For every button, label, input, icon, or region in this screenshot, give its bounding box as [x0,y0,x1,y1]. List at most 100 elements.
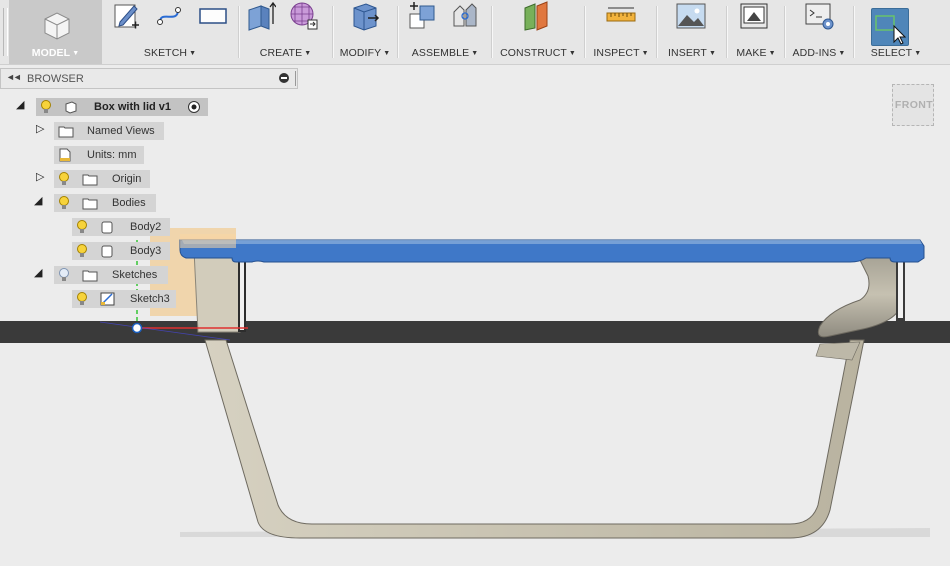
document-settings-icon [59,148,71,162]
create-caret-icon: ▼ [304,50,312,57]
grid-plane-band [0,321,950,343]
assemble-caret-icon: ▼ [471,50,479,57]
tree-label: Sketches [112,269,158,281]
visibility-bulb-icon[interactable] [40,100,52,114]
visibility-bulb-icon[interactable] [58,196,70,210]
sketch-rectangle-icon[interactable] [198,0,228,32]
tree-label: Units: mm [87,149,137,161]
assemble-menu-label: ASSEMBLE [411,47,470,59]
3d-print-icon[interactable] [739,0,769,32]
select-group[interactable]: SELECT ▼ [868,0,924,64]
tree-label: Body3 [130,245,162,257]
collapsed-triangle-icon[interactable]: ▷ [36,170,48,184]
tree-row-body3[interactable]: Body3 [0,242,300,260]
toolbar-grip[interactable] [3,8,8,56]
collapsed-triangle-icon[interactable]: ▷ [36,122,48,136]
press-pull-icon[interactable] [350,0,380,32]
component-icon [65,101,77,114]
workspace-switcher[interactable]: MODEL ▼ [9,0,102,64]
construct-group[interactable]: CONSTRUCT ▼ [494,0,582,64]
construct-menu-label: CONSTRUCT [500,47,567,59]
visibility-bulb-icon[interactable] [58,172,70,186]
folder-icon [82,270,98,282]
modify-group[interactable]: MODIFY ▼ [334,0,396,64]
expanded-triangle-icon[interactable]: ◢ [34,266,46,280]
folder-icon [82,198,98,210]
inspect-group[interactable]: INSPECT ▼ [588,0,654,64]
activate-radio-icon[interactable] [187,100,201,114]
model-workspace-icon [44,12,70,40]
ground-shadow [180,528,930,537]
construct-caret-icon: ▼ [568,50,576,57]
tree-label: Body2 [130,221,162,233]
insert-group[interactable]: INSERT ▼ [660,0,724,64]
measure-icon[interactable] [606,0,636,32]
browser-pin-icon[interactable] [279,73,289,83]
sketch-group[interactable]: SKETCH ▼ [104,0,236,64]
insert-menu-label: INSERT [668,47,707,59]
construct-plane-icon[interactable] [522,0,552,32]
workspace-label: MODEL [31,47,71,59]
make-caret-icon: ▼ [768,50,776,57]
tree-row-bodies[interactable]: ◢ Bodies [0,194,300,212]
origin-point[interactable] [131,322,143,334]
tree-row-named-views[interactable]: ▷ Named Views [0,122,300,140]
visibility-bulb-icon[interactable] [58,268,70,282]
insert-caret-icon: ▼ [708,50,716,57]
tree-label: Bodies [112,197,146,209]
addins-group[interactable]: ADD-INS ▼ [787,0,851,64]
make-menu-label: MAKE [736,47,767,59]
create-sketch-icon[interactable] [112,0,142,32]
make-group[interactable]: MAKE ▼ [729,0,783,64]
new-component-icon[interactable] [408,0,438,32]
folder-icon [82,174,98,186]
sketch-spline-icon[interactable] [154,0,184,32]
browser-collapse-icon[interactable]: ◄◄ [6,72,22,82]
extrude-icon[interactable] [246,0,276,32]
sketch-icon [100,292,115,306]
workspace-caret-icon: ▼ [72,50,80,57]
visibility-bulb-icon[interactable] [76,220,88,234]
addins-caret-icon: ▼ [838,50,846,57]
body-icon [101,245,113,258]
modify-menu-label: MODIFY [339,47,382,59]
assemble-group[interactable]: ASSEMBLE ▼ [400,0,490,64]
insert-image-icon[interactable] [676,0,706,32]
viewcube-face-label: FRONT [894,99,934,111]
browser-title: BROWSER [27,73,84,85]
tree-row-sketches[interactable]: ◢ Sketches [0,266,300,284]
main-toolbar: MODEL ▼ SKETCH ▼ CREATE ▼ MODIFY ▼ ASSEM… [0,0,950,65]
tree-row-body2[interactable]: Body2 [0,218,300,236]
visibility-bulb-icon[interactable] [76,244,88,258]
viewcube[interactable]: FRONT [890,82,938,132]
expanded-triangle-icon[interactable]: ◢ [16,98,28,112]
create-menu-label: CREATE [259,47,303,59]
expanded-triangle-icon[interactable]: ◢ [34,194,46,208]
scripts-addins-icon[interactable] [805,0,835,32]
box-body[interactable] [204,339,865,539]
create-form-icon[interactable] [288,0,318,32]
folder-icon [58,126,74,138]
addins-menu-label: ADD-INS [792,47,837,59]
browser-header[interactable]: ◄◄ BROWSER [0,68,298,89]
tree-row-sketch3[interactable]: Sketch3 [0,290,300,308]
select-cursor-icon [875,15,906,45]
tree-label: Origin [112,173,142,185]
select-caret-icon: ▼ [914,50,922,57]
tree-row-units[interactable]: Units: mm [0,146,300,164]
sketch-menu-label: SKETCH [143,47,188,59]
box-right-flange [817,251,905,338]
tree-root-row[interactable]: ◢ Box with lid v1 [0,98,300,116]
tree-label: Named Views [87,125,155,137]
visibility-bulb-icon[interactable] [76,292,88,306]
inspect-caret-icon: ▼ [641,50,649,57]
create-group[interactable]: CREATE ▼ [240,0,331,64]
select-menu-label: SELECT [870,47,913,59]
tree-row-origin[interactable]: ▷ Origin [0,170,300,188]
sketch-caret-icon: ▼ [189,50,197,57]
tree-label: Sketch3 [130,293,170,305]
body-icon [101,221,113,234]
root-component-label: Box with lid v1 [94,101,172,113]
joint-icon[interactable] [450,0,480,32]
modify-caret-icon: ▼ [383,50,391,57]
